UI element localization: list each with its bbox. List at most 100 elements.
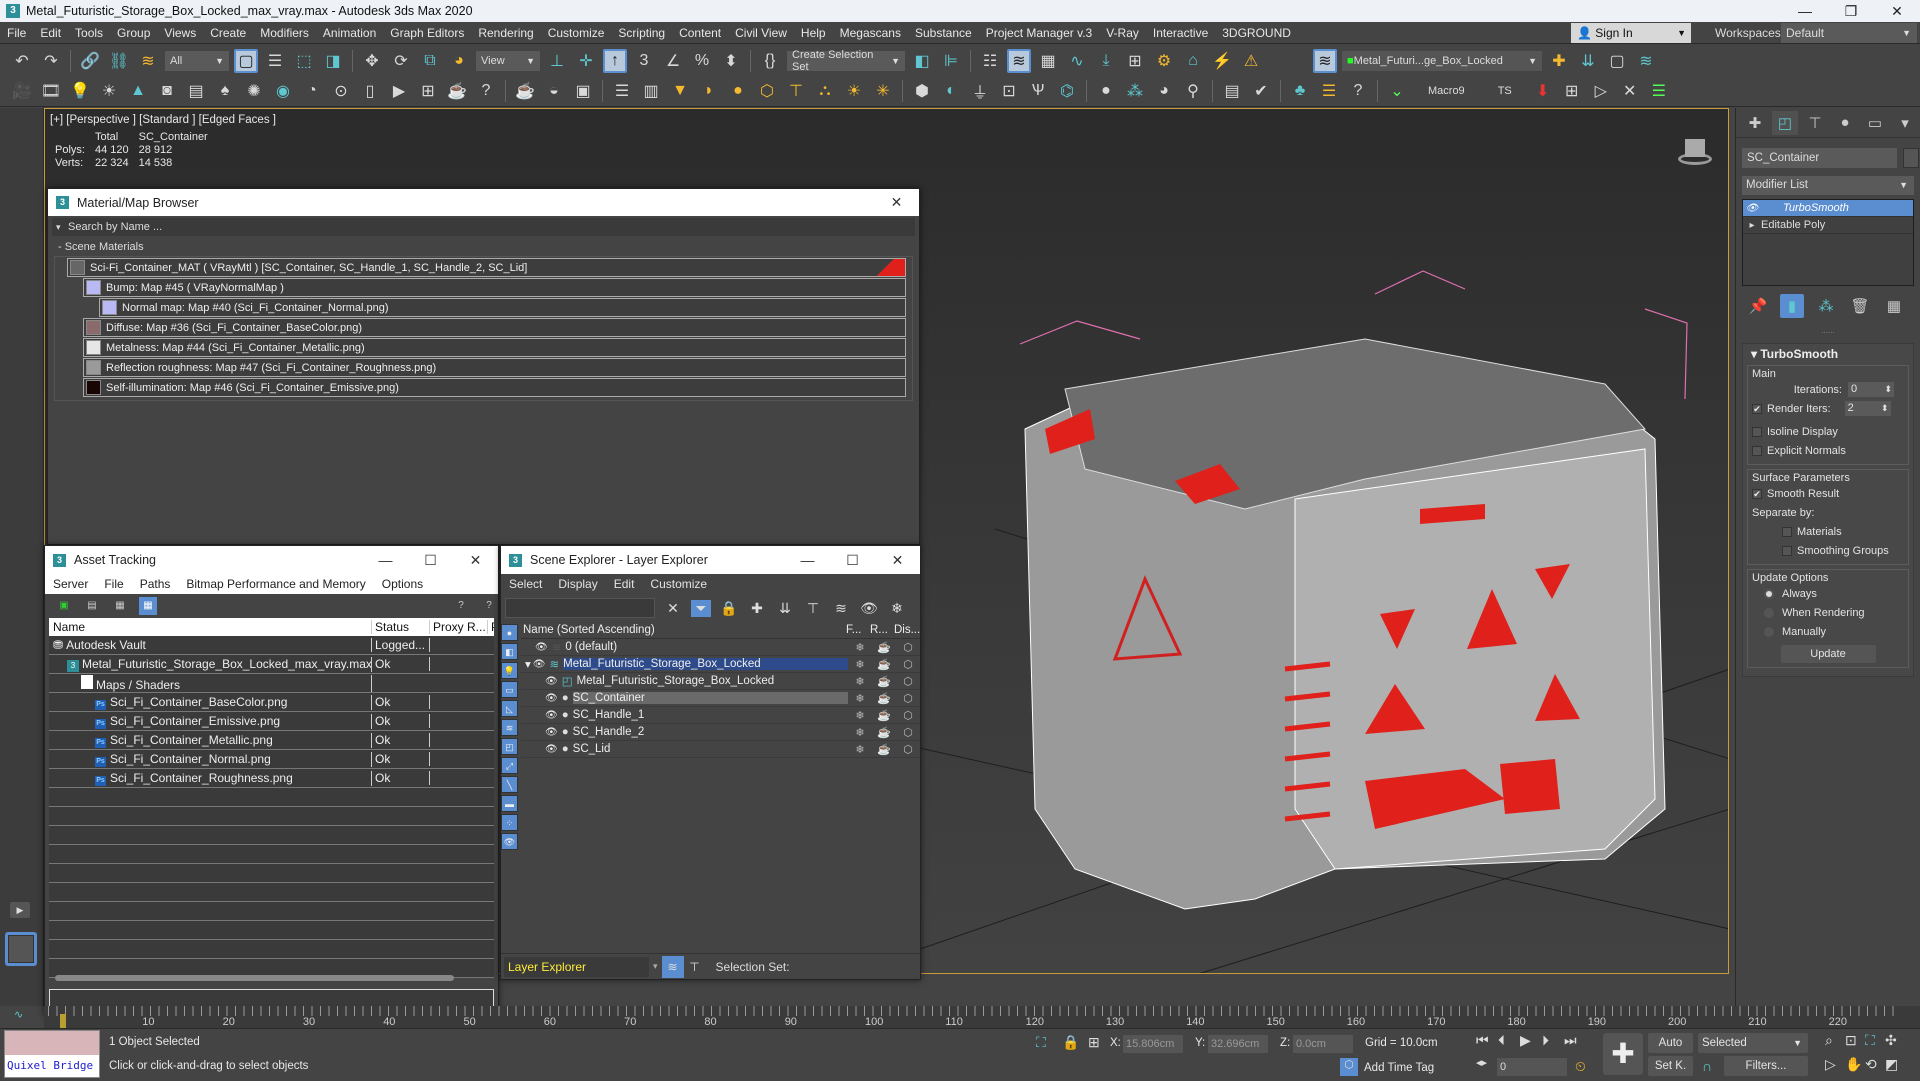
pan-icon[interactable]: ✋	[1845, 1056, 1862, 1073]
vray-box-icon[interactable]: ⬢	[910, 79, 934, 103]
sort-by-layer-icon[interactable]: ≋	[661, 955, 684, 978]
zoom-all-icon[interactable]: ⊡	[1845, 1032, 1857, 1049]
percent-snap-icon[interactable]: %	[690, 49, 714, 73]
asset-menu-bitmap-performance-and-memory[interactable]: Bitmap Performance and Memory	[178, 577, 373, 591]
map-item[interactable]: Normal map: Map #40 (Sci_Fi_Container_No…	[99, 298, 906, 317]
asset-menu-paths[interactable]: Paths	[132, 577, 179, 591]
vray-vfb-icon[interactable]: ▯	[358, 79, 382, 103]
current-layer-dropdown[interactable]: ■Metal_Futuri...ge_Box_Locked ▼	[1342, 50, 1542, 71]
create-new-layer-icon[interactable]: ✚	[1547, 49, 1571, 73]
menu-customize[interactable]: Customize	[541, 26, 612, 40]
se-menu-display[interactable]: Display	[550, 577, 605, 591]
stack-item-turbosmooth[interactable]: 👁 TurboSmooth	[1743, 200, 1913, 217]
display-as-box-icon[interactable]: ⬡	[896, 692, 920, 705]
renderable-toggle-icon[interactable]: ☕	[872, 726, 896, 739]
menu-help[interactable]: Help	[794, 26, 833, 40]
thumbnail-view-icon[interactable]: ▦	[111, 597, 129, 615]
camera-add-icon[interactable]: 🎞	[39, 79, 63, 103]
expand-chevrons-icon[interactable]: ⌄	[1385, 79, 1409, 103]
warning-icon[interactable]: ⚠	[1239, 49, 1263, 73]
layer-row[interactable]: 👁 ● SC_Lid ❄ ☕ ⬡	[521, 741, 920, 758]
scene-explorer-icon[interactable]: ☷	[978, 49, 1002, 73]
se-menu-customize[interactable]: Customize	[642, 577, 715, 591]
menu-graph-editors[interactable]: Graph Editors	[383, 26, 471, 40]
add-to-layer-icon[interactable]: ⇊	[1576, 49, 1600, 73]
material-palette-icon[interactable]: ◕	[1152, 79, 1176, 103]
menu-create[interactable]: Create	[203, 26, 253, 40]
ts-label[interactable]: TS	[1484, 85, 1526, 97]
minimize-icon[interactable]: —	[785, 552, 830, 569]
swirl-icon[interactable]: ◒	[542, 79, 566, 103]
update-button[interactable]: Update	[1780, 645, 1876, 663]
vray-image-icon[interactable]: ◉	[271, 79, 295, 103]
undo-icon[interactable]: ↶	[10, 49, 34, 73]
render-iters-checkbox[interactable]: ✔	[1752, 403, 1762, 414]
edit-named-selection-icon[interactable]: {}	[758, 49, 782, 73]
layer-row[interactable]: 👁 ≋ 0 (default) ❄ ☕ ⬡	[521, 639, 920, 656]
x-coordinate-field[interactable]: 15.806cm	[1123, 1035, 1183, 1053]
teapot-render-icon[interactable]: ☕	[513, 79, 537, 103]
forest-icon[interactable]: ♣	[1288, 79, 1312, 103]
add-time-tag[interactable]: Add Time Tag	[1364, 1062, 1434, 1074]
box-icon[interactable]: ▣	[571, 79, 595, 103]
visibility-eye-icon[interactable]: 👁	[535, 642, 548, 653]
containers-filter-icon[interactable]: ▬	[501, 795, 518, 812]
object-color-swatch[interactable]	[1903, 148, 1919, 168]
renderable-toggle-icon[interactable]: ☕	[872, 675, 896, 688]
time-slider[interactable]: 10 20 30 40 50 60 70 80 90 100 110 120 130 140 150 160 1…	[44, 1006, 1920, 1028]
visibility-eye-icon[interactable]: 👁	[533, 659, 546, 670]
snaps-toggle-icon[interactable]: 3	[632, 49, 656, 73]
update-always-radio[interactable]	[1764, 588, 1774, 599]
ies-light-icon[interactable]: ⛬	[813, 79, 837, 103]
maximize-viewport-icon[interactable]: ◩	[1885, 1056, 1898, 1073]
menu-scripting[interactable]: Scripting	[611, 26, 672, 40]
menu-animation[interactable]: Animation	[316, 26, 383, 40]
explicit-normals-checkbox[interactable]	[1752, 445, 1762, 456]
window-crossing-icon[interactable]: ◨	[321, 49, 345, 73]
material-item[interactable]: Sci-Fi_Container_MAT ( VRayMtl ) [SC_Con…	[67, 258, 906, 277]
se-menu-select[interactable]: Select	[501, 577, 550, 591]
freeze-icon[interactable]: ❄	[887, 600, 907, 617]
map-item[interactable]: Self-illumination: Map #46 (Sci_Fi_Conta…	[83, 378, 906, 397]
pivot-icon[interactable]: ⊥	[545, 49, 569, 73]
display-as-box-icon[interactable]: ⬡	[896, 675, 920, 688]
orbit-icon[interactable]: ⟲	[1865, 1056, 1877, 1073]
particles-filter-icon[interactable]: ⁘	[501, 814, 518, 831]
materials-checkbox[interactable]	[1782, 526, 1792, 537]
sort-by-hierarchy-icon[interactable]: ⊤	[684, 960, 706, 974]
menu-file[interactable]: File	[0, 26, 33, 40]
lock-icon[interactable]: 🔒	[719, 600, 739, 617]
display-as-box-icon[interactable]: ⬡	[896, 726, 920, 739]
column-display[interactable]: Dis...	[894, 624, 920, 636]
display-all-icon[interactable]: 👁	[501, 833, 518, 850]
menu-modifiers[interactable]: Modifiers	[253, 26, 316, 40]
select-objects-in-layer-icon[interactable]: ▢	[1605, 49, 1629, 73]
smoothing-groups-checkbox[interactable]	[1782, 545, 1792, 556]
placement-icon[interactable]: ◕	[447, 49, 471, 73]
asset-row[interactable]: Ps Sci_Fi_Container_Roughness.png Ok	[49, 769, 494, 788]
asset-row[interactable]: Ps Sci_Fi_Container_Metallic.png Ok	[49, 731, 494, 750]
helpers-filter-icon[interactable]: ◺	[501, 700, 518, 717]
cameras-filter-icon[interactable]: ▭	[501, 681, 518, 698]
spacewarps-filter-icon[interactable]: ≋	[501, 719, 518, 736]
menu-v-ray[interactable]: V-Ray	[1099, 26, 1146, 40]
macro-label[interactable]: Macro9	[1414, 85, 1479, 97]
make-current-layer-icon[interactable]: ≋	[831, 600, 851, 617]
curve-editor-icon[interactable]: ∿	[1065, 49, 1089, 73]
freeze-toggle-icon[interactable]: ❄	[848, 743, 872, 756]
asset-row[interactable]: Ps Sci_Fi_Container_Normal.png Ok	[49, 750, 494, 769]
menu-megascans[interactable]: Megascans	[833, 26, 908, 40]
viewport-layout-tab[interactable]	[5, 932, 37, 966]
motion-tab-icon[interactable]: ●	[1832, 111, 1858, 135]
schematic-view-icon[interactable]: ⤓	[1094, 49, 1118, 73]
vray-sphere-icon[interactable]: ◐	[939, 79, 963, 103]
menu-3dground[interactable]: 3DGROUND	[1215, 26, 1298, 40]
mesh-light-icon[interactable]: ⬡	[755, 79, 779, 103]
tree-icon[interactable]: ▲	[126, 79, 150, 103]
align-icon[interactable]: ⊫	[939, 49, 963, 73]
key-filter-dropdown[interactable]: Selected ▼	[1698, 1033, 1808, 1053]
bind-space-warp-icon[interactable]: ≋	[136, 49, 160, 73]
search-input[interactable]: Search by Name ...	[52, 218, 915, 236]
map-item[interactable]: Reflection roughness: Map #47 (Sci_Fi_Co…	[83, 358, 906, 377]
renderable-toggle-icon[interactable]: ☕	[872, 743, 896, 756]
